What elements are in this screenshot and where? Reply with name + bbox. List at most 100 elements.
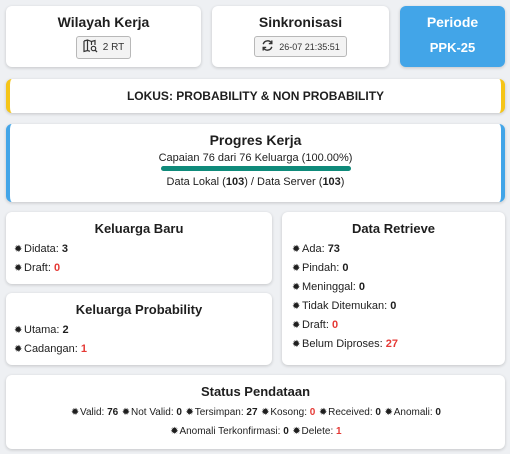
stat-item: ✹Received: 0 xyxy=(318,407,381,418)
stat-value: 27 xyxy=(246,407,258,418)
data-close-paren: ) xyxy=(340,176,345,188)
wilayah-rt-chip[interactable]: 2 RT xyxy=(75,36,132,59)
data-server-value: 103 xyxy=(322,176,341,188)
periode-title: Periode xyxy=(426,14,479,30)
stat-value: 0 xyxy=(331,319,339,331)
sinkronisasi-card[interactable]: Sinkronisasi 26-07 21:35:51 xyxy=(212,6,389,67)
map-search-icon xyxy=(83,39,98,56)
stat-item: ✹ Draft: 0 xyxy=(292,316,505,335)
bullet-icon: ✹ xyxy=(185,407,194,418)
bullet-icon: ✹ xyxy=(292,339,301,350)
keluarga-probability-card: Keluarga Probability ✹ Utama: 2 ✹ Cadangan:… xyxy=(6,293,272,365)
bullet-icon: ✹ xyxy=(292,263,301,274)
stat-label: Kosong: xyxy=(270,407,310,418)
bullet-icon: ✹ xyxy=(292,320,301,331)
stat-label: Delete: xyxy=(301,426,336,437)
progres-title: Progres Kerja xyxy=(209,132,302,148)
stat-item: ✹ Didata: 3 xyxy=(14,240,272,259)
data-server-label: ) / Data Server ( xyxy=(244,176,323,188)
bullet-icon: ✹ xyxy=(384,407,393,418)
stat-label: Utama: xyxy=(24,324,63,336)
stat-value: 0 xyxy=(309,407,316,418)
stat-item: ✹ Pindah: 0 xyxy=(292,259,505,278)
stat-value: 73 xyxy=(327,243,340,255)
stat-item: ✹Valid: 76 xyxy=(70,407,118,418)
keluarga-baru-title: Keluarga Baru xyxy=(94,221,184,236)
bullet-icon: ✹ xyxy=(292,301,301,312)
periode-value: PPK-25 xyxy=(429,40,476,55)
stat-item: ✹ Tidak Ditemukan: 0 xyxy=(292,297,505,316)
stat-label: Didata: xyxy=(24,243,62,255)
stat-label: Cadangan: xyxy=(24,343,81,355)
data-lokal-label: Data Lokal ( xyxy=(166,176,226,188)
stat-item: ✹Anomali Terkonfirmasi: 0 xyxy=(169,426,289,437)
lokus-label: LOKUS: PROBABILITY & NON PROBABILITY xyxy=(126,89,385,103)
stat-label: Belum Diproses: xyxy=(302,338,386,350)
stat-value: 0 xyxy=(390,300,397,312)
wilayah-kerja-title: Wilayah Kerja xyxy=(57,14,150,30)
bullet-icon: ✹ xyxy=(261,407,270,418)
stat-value: 0 xyxy=(375,407,381,418)
stat-label: Not Valid: xyxy=(130,407,177,418)
stat-label: Meninggal: xyxy=(302,281,359,293)
stat-item: ✹ Meninggal: 0 xyxy=(292,278,505,297)
stat-item: ✹Kosong: 0 xyxy=(260,407,315,418)
progress-bar-fill xyxy=(160,166,351,171)
stat-value: 1 xyxy=(336,426,342,437)
lokus-banner: LOKUS: PROBABILITY & NON PROBABILITY xyxy=(6,79,505,113)
stat-item: ✹Delete: 1 xyxy=(292,426,342,437)
data-retrieve-title: Data Retrieve xyxy=(351,221,436,236)
stat-label: Anomali: xyxy=(393,407,436,418)
stat-value: 0 xyxy=(358,281,365,293)
stat-value: 1 xyxy=(80,343,88,355)
stat-label: Draft: xyxy=(302,319,332,331)
stat-label: Draft: xyxy=(24,262,54,274)
sync-icon xyxy=(261,39,274,54)
wilayah-rt-value: 2 RT xyxy=(102,42,125,53)
sync-time-chip[interactable]: 26-07 21:35:51 xyxy=(254,36,347,57)
stat-value: 0 xyxy=(342,262,349,274)
stat-value: 0 xyxy=(283,426,289,437)
keluarga-baru-card: Keluarga Baru ✹ Didata: 3 ✹ Draft: 0 xyxy=(6,212,272,284)
stat-label: Ada: xyxy=(302,243,328,255)
wilayah-kerja-card[interactable]: Wilayah Kerja 2 RT xyxy=(6,6,201,67)
bullet-icon: ✹ xyxy=(14,344,23,355)
bullet-icon: ✹ xyxy=(292,244,301,255)
stat-item: ✹ Cadangan: 1 xyxy=(14,340,272,359)
periode-card[interactable]: Periode PPK-25 xyxy=(400,6,505,67)
stat-value: 0 xyxy=(176,407,182,418)
bullet-icon: ✹ xyxy=(14,244,23,255)
stat-label: Tidak Ditemukan: xyxy=(302,300,391,312)
capaian-text: Capaian 76 dari 76 Keluarga (100.00%) xyxy=(158,152,353,164)
stat-item: ✹ Ada: 73 xyxy=(292,240,505,259)
stat-label: Tersimpan: xyxy=(194,407,247,418)
stat-item: ✹Anomali: 0 xyxy=(384,407,441,418)
stat-value: 0 xyxy=(435,407,441,418)
stat-item: ✹Tersimpan: 27 xyxy=(185,407,258,418)
stat-value: 3 xyxy=(61,243,69,255)
data-count-line: Data Lokal (103) / Data Server (103) xyxy=(10,176,501,188)
bullet-icon: ✹ xyxy=(14,263,23,274)
stat-value: 27 xyxy=(385,338,399,350)
stat-value: 0 xyxy=(53,262,61,274)
stat-label: Pindah: xyxy=(302,262,343,274)
sync-time-value: 26-07 21:35:51 xyxy=(279,41,340,52)
bullet-icon: ✹ xyxy=(170,426,179,437)
progress-bar-track xyxy=(160,166,351,171)
bullet-icon: ✹ xyxy=(14,325,23,336)
stat-value: 2 xyxy=(62,324,69,336)
stat-item: ✹ Draft: 0 xyxy=(14,259,272,278)
stat-value: 76 xyxy=(107,407,119,418)
sinkronisasi-title: Sinkronisasi xyxy=(258,14,343,30)
data-lokal-value: 103 xyxy=(225,176,245,188)
stat-item: ✹Not Valid: 0 xyxy=(121,407,182,418)
bullet-icon: ✹ xyxy=(121,407,131,418)
stat-label: Received: xyxy=(328,407,376,418)
data-retrieve-card: Data Retrieve ✹ Ada: 73 ✹ Pindah: 0 ✹ Meningg… xyxy=(282,212,505,365)
stat-label: Anomali Terkonfirmasi: xyxy=(179,426,284,437)
stat-item: ✹ Belum Diproses: 27 xyxy=(292,335,505,354)
bullet-icon: ✹ xyxy=(70,407,80,418)
status-pendataan-card: Status Pendataan ✹Valid: 76 ✹Not Valid: … xyxy=(6,375,505,449)
stat-label: Valid: xyxy=(80,407,108,418)
stat-item: ✹ Utama: 2 xyxy=(14,321,272,340)
